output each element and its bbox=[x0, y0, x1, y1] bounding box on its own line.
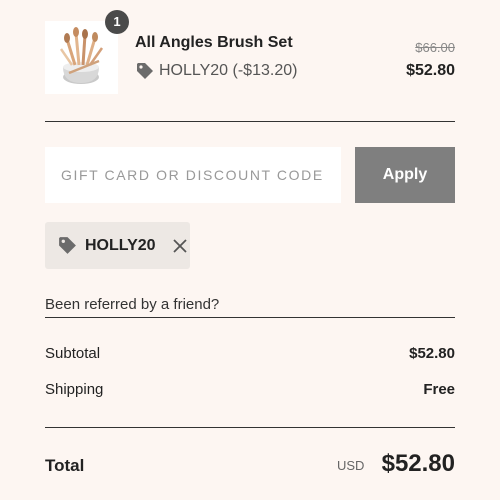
applied-code-label: HOLLY20 bbox=[85, 236, 156, 254]
total-label: Total bbox=[45, 456, 85, 475]
product-discount-label: HOLLY20 (-$13.20) bbox=[159, 62, 298, 79]
product-name: All Angles Brush Set bbox=[135, 34, 293, 51]
subtotal-label: Subtotal bbox=[45, 345, 101, 362]
shipping-label: Shipping bbox=[45, 381, 104, 398]
shipping-value: Free bbox=[423, 381, 455, 398]
quantity-badge: 1 bbox=[105, 10, 129, 34]
total-amount: $52.80 bbox=[381, 450, 455, 477]
tag-icon bbox=[135, 61, 155, 81]
close-icon[interactable] bbox=[172, 238, 188, 254]
original-price: $66.00 bbox=[415, 40, 455, 55]
current-price: $52.80 bbox=[406, 62, 455, 79]
product-thumbnail bbox=[45, 21, 118, 94]
apply-button[interactable]: Apply bbox=[355, 147, 455, 203]
applied-discount-chip: HOLLY20 bbox=[45, 222, 190, 269]
total-currency: USD bbox=[337, 458, 365, 473]
divider bbox=[45, 427, 455, 428]
subtotal-value: $52.80 bbox=[409, 345, 455, 362]
divider bbox=[45, 121, 455, 122]
product-discount: HOLLY20 (-$13.20) bbox=[135, 61, 297, 81]
order-summary: 1 All Angles Brush Set HOLLY20 (-$13.20)… bbox=[0, 0, 500, 500]
brush-set-image bbox=[45, 21, 118, 94]
discount-code-input[interactable] bbox=[45, 147, 341, 203]
tag-icon bbox=[57, 235, 78, 256]
referral-link[interactable]: Been referred by a friend? bbox=[45, 296, 455, 318]
